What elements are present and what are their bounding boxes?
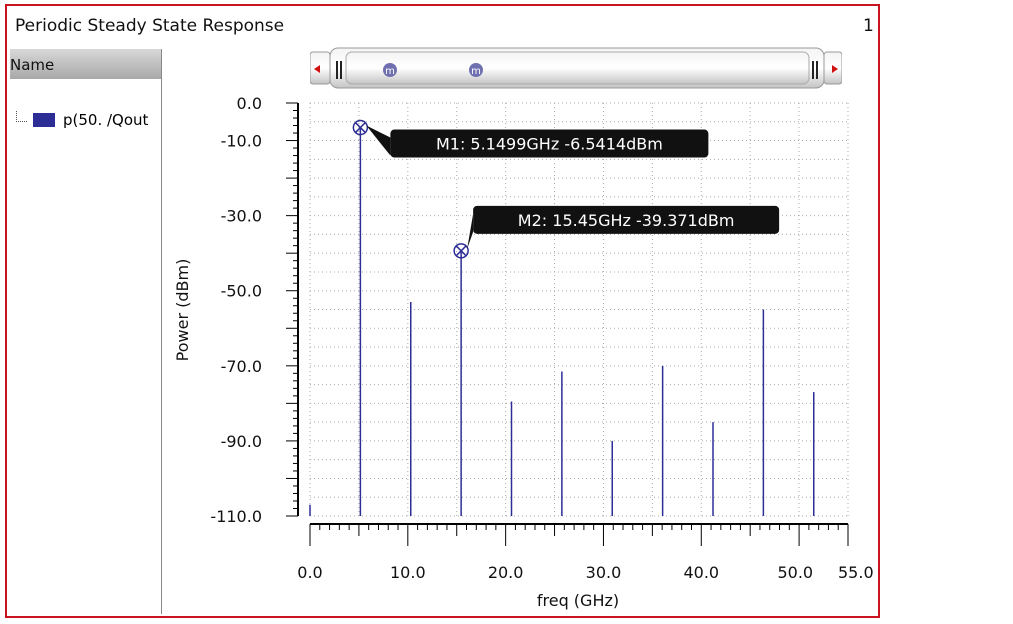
svg-text:m: m [471,66,481,77]
window-title: Periodic Steady State Response [15,16,285,36]
trace-item[interactable]: p(50. /Qout [16,110,149,129]
svg-text:m: m [385,66,395,77]
tree-connector-icon [16,110,27,122]
right-handle-icon[interactable] [812,61,814,79]
trace-color-swatch [33,113,55,127]
trace-panel: Name p(50. /Qout [10,49,162,614]
marker-m2-icon[interactable]: m [469,63,483,77]
marker-m1-icon[interactable]: m [383,63,397,77]
trace-label: p(50. /Qout [63,111,149,129]
left-handle-icon[interactable] [336,61,338,79]
window-index: 1 [863,16,874,36]
zoom-scrollbar[interactable]: m m [310,47,842,91]
name-column-header[interactable]: Name [10,49,161,79]
waveform-window: Periodic Steady State Response 1 Name p(… [5,4,880,618]
